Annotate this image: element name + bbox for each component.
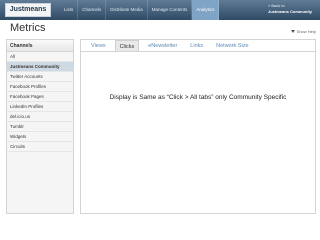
nav-item-analytics[interactable]: Analytics [192, 0, 220, 20]
nav-item-distribute-media[interactable]: Distribute Media [106, 0, 148, 20]
top-nav-bar: Justmeans Lists Channels Distribute Medi… [0, 0, 320, 20]
show-help-link[interactable]: Show Help [290, 29, 316, 34]
sidebar-item-justmeans-community[interactable]: Justmeans Community [7, 62, 73, 72]
metrics-tabs: Views Clicks eNewsletter Links Network S… [81, 40, 315, 52]
tab-clicks[interactable]: Clicks [114, 40, 140, 51]
sidebar-item-facebook-pages[interactable]: Facebook Pages [7, 92, 73, 102]
sidebar-item-all[interactable]: All [7, 52, 73, 62]
show-help-label: Show Help [296, 29, 316, 34]
back-link-line2: Justmeans Community [268, 9, 313, 14]
tab-enewsletter[interactable]: eNewsletter [144, 40, 181, 51]
nav-item-channels[interactable]: Channels [78, 0, 107, 20]
sidebar-heading: Channels [7, 40, 73, 52]
annotation-note: Display is Same as “Click > All tabs” on… [109, 94, 287, 101]
tab-views[interactable]: Views [87, 40, 110, 51]
justmeans-logo[interactable]: Justmeans [5, 3, 51, 17]
nav-item-lists[interactable]: Lists [60, 0, 79, 20]
nav-item-manage-contents[interactable]: Manage Contents [148, 0, 193, 20]
sidebar-item-widgets[interactable]: Widgets [7, 132, 73, 142]
triangle-down-icon [290, 30, 295, 34]
sidebar-item-circuits[interactable]: Circuits [7, 142, 73, 152]
tab-network-size[interactable]: Network Size [212, 40, 252, 51]
sidebar-item-linkedin-profiles[interactable]: LinkedIn Profiles [7, 102, 73, 112]
page-title: Metrics [10, 22, 46, 34]
sidebar-item-twitter-accounts[interactable]: Twitter Accounts [7, 72, 73, 82]
metrics-panel: Views Clicks eNewsletter Links Network S… [80, 39, 316, 214]
back-to-community-link[interactable]: « Back to Justmeans Community [268, 3, 316, 17]
sidebar-item-delicious[interactable]: del.icio.us [7, 112, 73, 122]
sidebar-item-facebook-profiles[interactable]: Facebook Profiles [7, 82, 73, 92]
channels-sidebar: Channels All Justmeans Community Twitter… [6, 39, 74, 214]
tab-links[interactable]: Links [186, 40, 207, 51]
sidebar-item-tumblr[interactable]: Tumblr [7, 122, 73, 132]
main-nav: Lists Channels Distribute Media Manage C… [60, 0, 220, 20]
